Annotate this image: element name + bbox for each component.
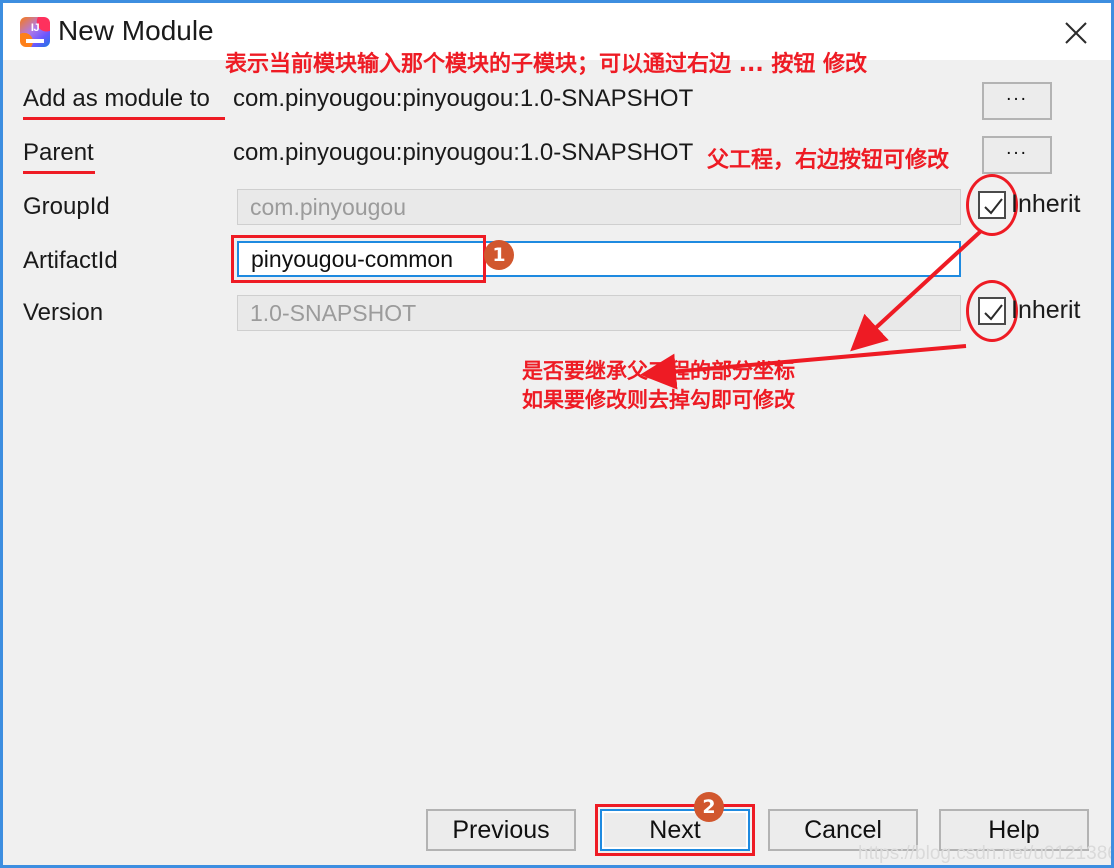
intellij-idea-logo-icon — [20, 17, 50, 47]
inherit-note-annotation-line1: 是否要继承父工程的部分坐标 — [522, 359, 795, 383]
inherit-note-annotation-line2: 如果要修改则去掉勾即可修改 — [522, 388, 795, 412]
add-as-module-to-value: com.pinyougou:pinyougou:1.0-SNAPSHOT — [233, 85, 694, 112]
artifact-id-input[interactable]: pinyougou-common — [237, 241, 961, 277]
top-note-annotation: 表示当前模块输入那个模块的子模块；可以通过右边 ... 按钮 修改 — [225, 52, 868, 77]
version-inherit-checkbox[interactable] — [978, 297, 1006, 325]
parent-note-annotation: 父工程，右边按钮可修改 — [707, 148, 950, 173]
watermark: https://blog.csdn.net/u012138605 — [858, 843, 1114, 864]
next-button[interactable]: Next — [600, 809, 750, 851]
version-label: Version — [23, 299, 104, 326]
checkmark-icon — [984, 198, 1003, 215]
annotation-arrows — [640, 229, 983, 390]
previous-button[interactable]: Previous — [426, 809, 576, 851]
artifact-id-label: ArtifactId — [23, 247, 118, 274]
add-as-module-to-underline-annotation — [23, 117, 225, 120]
group-id-input[interactable]: com.pinyougou — [237, 189, 961, 225]
new-module-dialog: New Module Add as module to com.pinyougo… — [0, 0, 1114, 868]
parent-underline-annotation — [23, 171, 95, 174]
group-id-inherit-checkbox[interactable] — [978, 191, 1006, 219]
close-button[interactable] — [1049, 10, 1102, 53]
dialog-title: New Module — [58, 15, 214, 46]
add-as-module-to-label: Add as module to — [23, 85, 210, 112]
close-icon — [1065, 22, 1087, 44]
group-id-inherit-label: Inherit — [1011, 190, 1081, 218]
add-as-module-to-browse-button[interactable]: ... — [982, 82, 1052, 120]
annotation-badge-1: 1 — [484, 240, 514, 270]
parent-value: com.pinyougou:pinyougou:1.0-SNAPSHOT — [233, 139, 694, 166]
version-input[interactable]: 1.0-SNAPSHOT — [237, 295, 961, 331]
annotation-badge-2: 2 — [694, 792, 724, 822]
version-inherit-label: Inherit — [1011, 296, 1081, 324]
checkmark-icon — [984, 304, 1003, 321]
parent-label: Parent — [23, 139, 94, 166]
group-id-label: GroupId — [23, 193, 110, 220]
parent-browse-button[interactable]: ... — [982, 136, 1052, 174]
